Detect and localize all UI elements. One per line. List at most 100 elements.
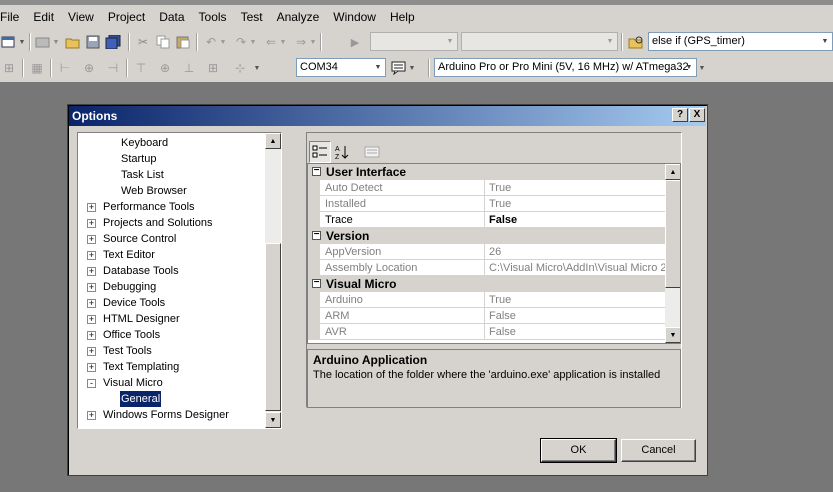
scroll-down-icon[interactable]: ▼: [665, 327, 680, 343]
serial-monitor-dropdown-icon[interactable]: ▼: [408, 59, 416, 77]
redo-icon[interactable]: ↷: [232, 33, 250, 51]
redo-dropdown-icon[interactable]: ▼: [249, 33, 257, 51]
add-item-icon[interactable]: [34, 33, 52, 51]
toolbar-separator: [428, 59, 430, 77]
cut-icon[interactable]: ✂: [134, 33, 152, 51]
center-vertically-icon[interactable]: ⊹: [231, 59, 249, 77]
new-project-dropdown-icon[interactable]: ▼: [18, 33, 26, 51]
undo-icon[interactable]: ↶: [202, 33, 220, 51]
options-tree[interactable]: Keyboard Startup Task List Web Browser +…: [77, 132, 282, 429]
align-to-grid-icon[interactable]: ▦: [28, 59, 46, 77]
expand-icon[interactable]: +: [87, 411, 96, 420]
expand-icon[interactable]: +: [87, 363, 96, 372]
add-item-dropdown-icon[interactable]: ▼: [52, 33, 60, 51]
scroll-up-icon[interactable]: ▲: [265, 133, 281, 149]
category-visual-micro[interactable]: − Visual Micro: [308, 276, 665, 292]
find-in-files-icon[interactable]: [627, 33, 645, 51]
collapse-icon[interactable]: -: [87, 379, 96, 388]
menu-edit[interactable]: Edit: [26, 7, 61, 27]
menu-tools[interactable]: Tools: [192, 7, 234, 27]
menu-file[interactable]: File: [0, 7, 26, 27]
serial-monitor-icon[interactable]: [390, 59, 408, 77]
solution-configuration-combo[interactable]: ▼: [370, 32, 458, 51]
expand-icon[interactable]: +: [87, 251, 96, 260]
collapse-icon[interactable]: −: [312, 166, 321, 176]
navigate-forward-icon[interactable]: ⇒: [292, 33, 310, 51]
property-row-installed[interactable]: Installed True: [308, 196, 665, 212]
solution-platform-combo[interactable]: ▼: [461, 32, 618, 51]
navigate-forward-dropdown-icon[interactable]: ▼: [309, 33, 317, 51]
make-same-size-icon[interactable]: ⊞: [204, 59, 222, 77]
align-tops-icon[interactable]: ⊤: [132, 59, 150, 77]
alphabetical-icon[interactable]: AZ: [331, 141, 353, 163]
find-combo[interactable]: else if (GPS_timer) ▼: [648, 32, 833, 51]
property-grid[interactable]: − User Interface Auto Detect True Installe…: [307, 163, 681, 344]
property-value: False: [485, 308, 665, 324]
navigate-backward-dropdown-icon[interactable]: ▼: [279, 33, 287, 51]
scrollbar-thumb[interactable]: [665, 180, 680, 288]
save-all-icon[interactable]: [104, 33, 122, 51]
property-row-avr[interactable]: AVR False: [308, 324, 665, 340]
property-value[interactable]: False: [485, 212, 665, 228]
property-row-trace[interactable]: Trace False: [308, 212, 665, 228]
snap-to-grid-icon[interactable]: ⊞: [0, 59, 18, 77]
property-row-arduino[interactable]: Arduino True: [308, 292, 665, 308]
expand-icon[interactable]: +: [87, 331, 96, 340]
help-button[interactable]: ?: [672, 108, 688, 122]
paste-icon[interactable]: [174, 33, 192, 51]
save-icon[interactable]: [84, 33, 102, 51]
expand-icon[interactable]: +: [87, 315, 96, 324]
menu-analyze[interactable]: Analyze: [270, 7, 327, 27]
expand-icon[interactable]: +: [87, 299, 96, 308]
align-centers-icon[interactable]: ⊕: [80, 59, 98, 77]
new-project-icon[interactable]: [0, 33, 18, 51]
expand-icon[interactable]: +: [87, 219, 96, 228]
undo-dropdown-icon[interactable]: ▼: [219, 33, 227, 51]
property-row-arm[interactable]: ARM False: [308, 308, 665, 324]
start-debug-icon[interactable]: ▶: [346, 33, 364, 51]
serial-port-combo[interactable]: COM34 ▼: [296, 58, 386, 77]
menu-project[interactable]: Project: [101, 7, 152, 27]
scrollbar-thumb[interactable]: [265, 243, 281, 411]
expand-icon[interactable]: +: [87, 203, 96, 212]
property-row-assembly-location[interactable]: Assembly Location C:\Visual Micro\AddIn\V…: [308, 260, 665, 276]
expand-icon[interactable]: +: [87, 235, 96, 244]
expand-icon[interactable]: +: [87, 267, 96, 276]
scroll-down-icon[interactable]: ▼: [265, 412, 281, 428]
menu-data[interactable]: Data: [152, 7, 191, 27]
align-middles-icon[interactable]: ⊕: [156, 59, 174, 77]
menu-view[interactable]: View: [61, 7, 101, 27]
expand-icon[interactable]: +: [87, 347, 96, 356]
copy-icon[interactable]: [154, 33, 172, 51]
close-button[interactable]: X: [689, 108, 705, 122]
align-lefts-icon[interactable]: ⊢: [56, 59, 74, 77]
category-user-interface[interactable]: − User Interface: [308, 164, 665, 180]
align-rights-icon[interactable]: ⊣: [104, 59, 122, 77]
toolbar-separator: [50, 59, 52, 77]
collapse-icon[interactable]: −: [312, 278, 321, 288]
categorized-icon[interactable]: [309, 141, 331, 163]
tree-scrollbar[interactable]: ▲ ▼: [265, 133, 281, 428]
property-name: Arduino: [320, 292, 485, 308]
property-pages-icon[interactable]: [361, 141, 383, 163]
menu-test[interactable]: Test: [234, 7, 270, 27]
property-row-auto-detect[interactable]: Auto Detect True: [308, 180, 665, 196]
property-row-app-version[interactable]: AppVersion 26: [308, 244, 665, 260]
cancel-button[interactable]: Cancel: [621, 439, 696, 462]
toolbar-overflow-icon[interactable]: ▼: [697, 59, 707, 77]
close-icon: X: [693, 109, 701, 120]
align-bottoms-icon[interactable]: ⊥: [180, 59, 198, 77]
property-grid-scrollbar[interactable]: ▲ ▼: [665, 164, 680, 343]
category-version[interactable]: − Version: [308, 228, 665, 244]
scroll-up-icon[interactable]: ▲: [665, 164, 680, 180]
menu-window[interactable]: Window: [326, 7, 383, 27]
expand-icon[interactable]: +: [87, 283, 96, 292]
open-file-icon[interactable]: [64, 33, 82, 51]
toolbar-overflow-icon[interactable]: ▼: [252, 59, 262, 77]
collapse-icon[interactable]: −: [312, 230, 321, 240]
board-combo[interactable]: Arduino Pro or Pro Mini (5V, 16 MHz) w/ …: [434, 58, 697, 77]
dialog-titlebar[interactable]: Options ? X: [69, 106, 706, 126]
navigate-backward-icon[interactable]: ⇐: [262, 33, 280, 51]
ok-button[interactable]: OK: [540, 438, 617, 463]
menu-help[interactable]: Help: [383, 7, 422, 27]
